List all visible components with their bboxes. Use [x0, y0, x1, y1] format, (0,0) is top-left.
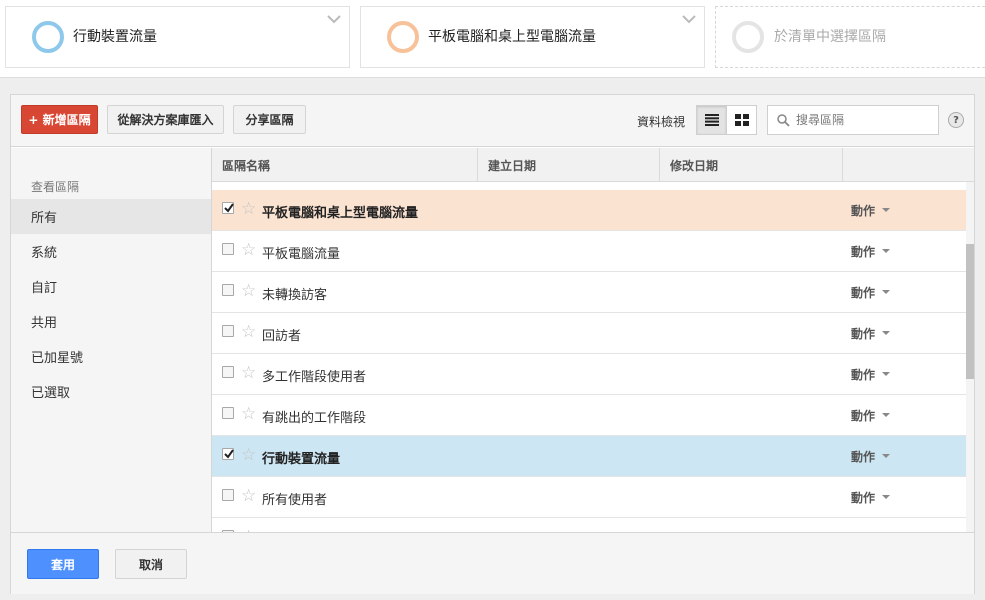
- caret-down-icon[interactable]: [882, 495, 890, 499]
- scrollbar-thumb[interactable]: [966, 244, 974, 379]
- caret-down-icon[interactable]: [882, 290, 890, 294]
- table-row[interactable]: ☆ 回訪者 動作: [212, 313, 966, 354]
- action-menu[interactable]: 動作: [851, 448, 875, 465]
- apply-button[interactable]: 套用: [27, 549, 99, 579]
- sidebar-heading: 查看區隔: [31, 180, 80, 194]
- row-checkbox[interactable]: [222, 489, 234, 501]
- view-label: 資料檢視: [637, 115, 686, 129]
- star-icon[interactable]: ☆: [241, 322, 256, 342]
- table-row-partial[interactable]: ☆: [212, 518, 966, 532]
- row-checkbox[interactable]: [222, 325, 234, 337]
- row-checkbox[interactable]: [222, 284, 234, 296]
- action-menu[interactable]: 動作: [851, 284, 875, 301]
- row-checkbox[interactable]: [222, 366, 234, 378]
- star-icon[interactable]: ☆: [241, 363, 256, 383]
- list-icon: [704, 114, 719, 126]
- segment-ring-icon: [732, 21, 764, 53]
- search-input[interactable]: [796, 111, 934, 129]
- segment-bar: 行動裝置流量 平板電腦和桌上型電腦流量 於清單中選擇區隔: [0, 0, 985, 78]
- column-header-modified[interactable]: 修改日期: [660, 148, 843, 182]
- caret-down-icon[interactable]: [882, 331, 890, 335]
- star-icon[interactable]: ☆: [241, 445, 256, 465]
- table-row[interactable]: ☆ 平板電腦和桌上型電腦流量 動作: [212, 190, 966, 231]
- import-from-gallery-button[interactable]: 從解決方案庫匯入: [107, 105, 224, 134]
- caret-down-icon[interactable]: [882, 208, 890, 212]
- sidebar-item-shared[interactable]: 共用: [11, 304, 211, 339]
- segment-name: 所有使用者: [262, 493, 328, 508]
- star-icon[interactable]: ☆: [241, 199, 256, 219]
- segments-table: 區隔名稱 建立日期 修改日期 ☆ 平板電腦和桌上型電腦流量 動作 ☆ 平板電腦流…: [212, 148, 974, 532]
- segment-name: 平板電腦和桌上型電腦流量: [262, 206, 419, 221]
- grid-icon: [734, 114, 749, 126]
- search-box: [767, 105, 939, 135]
- sidebar-item-system[interactable]: 系統: [11, 234, 211, 269]
- segment-label: 行動裝置流量: [73, 29, 157, 45]
- caret-down-icon[interactable]: [882, 454, 890, 458]
- row-checkbox[interactable]: [222, 202, 234, 214]
- table-row[interactable]: ☆ 所有使用者 動作: [212, 477, 966, 518]
- column-header-actions: [843, 148, 974, 182]
- star-icon[interactable]: ☆: [241, 404, 256, 424]
- cancel-button[interactable]: 取消: [115, 549, 187, 579]
- help-icon[interactable]: ?: [948, 112, 964, 128]
- segment-name: 有跳出的工作階段: [262, 411, 367, 426]
- caret-down-icon[interactable]: [882, 372, 890, 376]
- share-segments-button[interactable]: 分享區隔: [233, 105, 306, 134]
- search-icon: [777, 114, 790, 127]
- footer: 套用 取消: [11, 532, 974, 594]
- star-icon[interactable]: ☆: [241, 486, 256, 506]
- sidebar-item-selected[interactable]: 已選取: [11, 374, 211, 409]
- action-menu[interactable]: 動作: [851, 407, 875, 424]
- check-icon: [224, 203, 234, 213]
- table-row[interactable]: ☆ 未轉換訪客 動作: [212, 272, 966, 313]
- scrollbar[interactable]: [966, 182, 974, 532]
- segment-picker-panel: + 新增區隔 從解決方案庫匯入 分享區隔 資料檢視 ? 查看區隔: [10, 94, 975, 594]
- segment-placeholder: 於清單中選擇區隔: [774, 29, 886, 45]
- segment-ring-icon: [32, 21, 64, 53]
- segment-name: 回訪者: [262, 329, 302, 344]
- segment-chip-mobile[interactable]: 行動裝置流量: [5, 6, 350, 68]
- table-header: 區隔名稱 建立日期 修改日期: [212, 148, 974, 182]
- row-checkbox[interactable]: [222, 243, 234, 255]
- segment-chip-tablet-desktop[interactable]: 平板電腦和桌上型電腦流量: [360, 6, 705, 68]
- segment-name: 多工作階段使用者: [262, 370, 367, 385]
- list-view-toggle[interactable]: [696, 105, 727, 135]
- action-menu[interactable]: 動作: [851, 366, 875, 383]
- table-row[interactable]: ☆ 有跳出的工作階段 動作: [212, 395, 966, 436]
- check-icon: [224, 449, 234, 459]
- action-menu[interactable]: 動作: [851, 325, 875, 342]
- segment-name: 未轉換訪客: [262, 288, 328, 303]
- new-segment-button[interactable]: + 新增區隔: [21, 105, 98, 134]
- caret-down-icon[interactable]: [882, 249, 890, 253]
- row-checkbox[interactable]: [222, 407, 234, 419]
- row-checkbox[interactable]: [222, 448, 234, 460]
- column-header-created[interactable]: 建立日期: [478, 148, 660, 182]
- table-row[interactable]: ☆ 平板電腦流量 動作: [212, 231, 966, 272]
- column-header-name[interactable]: 區隔名稱: [212, 148, 478, 182]
- sidebar-item-custom[interactable]: 自訂: [11, 269, 211, 304]
- action-menu[interactable]: 動作: [851, 243, 875, 260]
- sidebar-item-starred[interactable]: 已加星號: [11, 339, 211, 374]
- action-menu[interactable]: 動作: [851, 489, 875, 506]
- segment-label: 平板電腦和桌上型電腦流量: [428, 29, 596, 45]
- table-row[interactable]: ☆ 多工作階段使用者 動作: [212, 354, 966, 395]
- segment-name: 平板電腦流量: [262, 247, 341, 262]
- table-row[interactable]: ☆ 行動裝置流量 動作: [212, 436, 966, 477]
- sidebar: 查看區隔 所有 系統 自訂 共用 已加星號 已選取: [11, 148, 212, 532]
- caret-down-icon[interactable]: [882, 413, 890, 417]
- star-icon[interactable]: ☆: [241, 281, 256, 301]
- action-menu[interactable]: 動作: [851, 202, 875, 219]
- segment-ring-icon: [387, 21, 419, 53]
- chevron-down-icon[interactable]: [327, 15, 341, 25]
- toolbar: + 新增區隔 從解決方案庫匯入 分享區隔 資料檢視 ?: [11, 95, 974, 147]
- segment-chip-empty[interactable]: 於清單中選擇區隔: [715, 6, 985, 68]
- segment-name: 行動裝置流量: [262, 452, 341, 467]
- chevron-down-icon[interactable]: [682, 15, 696, 25]
- star-icon[interactable]: ☆: [241, 240, 256, 260]
- grid-view-toggle[interactable]: [726, 105, 757, 135]
- sidebar-item-all[interactable]: 所有: [11, 199, 211, 234]
